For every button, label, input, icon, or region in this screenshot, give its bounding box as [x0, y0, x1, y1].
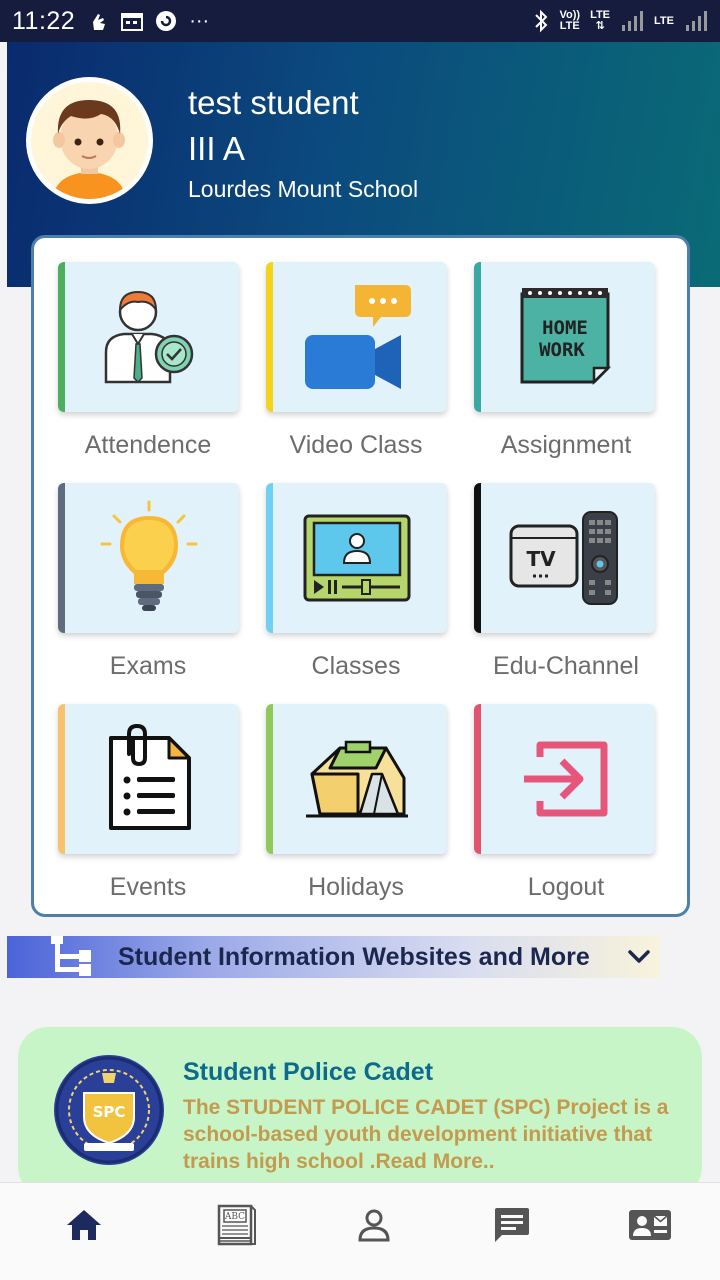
logout-icon: [523, 741, 607, 817]
exams-tile[interactable]: [58, 483, 239, 633]
assignment-label: Assignment: [500, 431, 632, 459]
tile-stripe: [58, 704, 65, 854]
volte-indicator: Vo)) LTE: [559, 9, 581, 32]
svg-text:SPC: SPC: [93, 1103, 126, 1121]
events-tile[interactable]: [58, 704, 239, 854]
logout-tile[interactable]: [474, 704, 655, 854]
chevron-down-icon[interactable]: [627, 949, 651, 965]
homework-notepad-icon: HOME WORK: [520, 288, 611, 386]
more-notifications-icon: ···: [189, 9, 210, 32]
video-camera-icon: [304, 285, 411, 389]
lte-indicator-2: LTE: [654, 14, 674, 27]
edu-channel-label: Edu-Channel: [493, 652, 639, 680]
status-time: 11:22: [12, 6, 76, 35]
spc-emblem-icon: SPC: [55, 1056, 163, 1164]
video-class-tile[interactable]: [266, 262, 447, 412]
edu-channel-tile[interactable]: TV: [474, 483, 655, 633]
tv-remote-icon: TV: [509, 511, 618, 605]
svg-text:HOME: HOME: [542, 317, 588, 339]
signal-icon-2: [686, 11, 707, 31]
attendence-tile[interactable]: [58, 262, 239, 412]
menu-grid: Attendence Video Class HOME WORK Assignm…: [31, 235, 690, 917]
spc-card[interactable]: SPC Student Police Cadet The STUDENT POL…: [18, 1027, 702, 1197]
tile-stripe: [474, 483, 481, 633]
svg-text:ABC: ABC: [224, 1212, 245, 1222]
clipboard-list-icon: [108, 724, 191, 830]
holidays-label: Holidays: [308, 873, 404, 901]
person-icon: [358, 1209, 390, 1242]
events-label: Events: [109, 873, 187, 901]
nav-profile[interactable]: [344, 1195, 404, 1255]
tile-stripe: [266, 704, 273, 854]
student-class: III A: [188, 130, 245, 167]
avatar[interactable]: [26, 77, 153, 204]
tile-stripe: [474, 262, 481, 412]
tile-stripe: [266, 483, 273, 633]
boy-avatar-icon: [31, 82, 148, 199]
student-name: test student: [188, 84, 359, 121]
video-player-icon: [303, 514, 410, 602]
tile-stripe: [474, 704, 481, 854]
tile-stripe: [58, 483, 65, 633]
info-banner-label: Student Information Websites and More: [118, 943, 590, 971]
svg-text:TV: TV: [526, 547, 556, 571]
calendar-icon: [121, 13, 144, 31]
bluetooth-icon: [535, 9, 548, 33]
hierarchy-icon: [51, 936, 91, 976]
info-websites-banner[interactable]: Student Information Websites and More: [7, 936, 660, 978]
nav-library[interactable]: ABC: [206, 1195, 266, 1255]
tile-stripe: [58, 262, 65, 412]
lte-indicator: LTE ⇅: [590, 9, 611, 32]
attendance-teacher-icon: [104, 290, 193, 384]
book-icon: ABC: [217, 1204, 256, 1246]
classes-label: Classes: [311, 652, 401, 680]
sync-icon: [156, 11, 177, 31]
holidays-tile[interactable]: [266, 704, 447, 854]
home-icon: [67, 1210, 101, 1240]
tent-icon: [305, 740, 408, 818]
bottom-navigation: ABC: [0, 1182, 720, 1280]
video-class-label: Video Class: [289, 431, 423, 459]
nav-contact[interactable]: [620, 1195, 680, 1255]
lightbulb-icon: [100, 500, 197, 611]
nav-home[interactable]: [54, 1195, 114, 1255]
chat-icon: [495, 1208, 529, 1242]
spc-logo: SPC: [54, 1055, 164, 1165]
svg-text:WORK: WORK: [539, 339, 585, 361]
contact-card-icon: [629, 1210, 671, 1240]
signal-icon: [622, 11, 644, 31]
tile-stripe: [266, 262, 273, 412]
notification-hand-icon: [93, 14, 106, 30]
exams-label: Exams: [109, 652, 187, 680]
status-bar: 11:22 ··· Vo)) LTE LTE ⇅ LTE: [0, 0, 720, 42]
logout-label: Logout: [527, 873, 605, 901]
spc-title: Student Police Cadet: [183, 1058, 434, 1086]
assignment-tile[interactable]: HOME WORK: [474, 262, 655, 412]
nav-messages[interactable]: [482, 1195, 542, 1255]
spc-description[interactable]: The STUDENT POLICE CADET (SPC) Project i…: [183, 1094, 693, 1175]
attendence-label: Attendence: [84, 431, 212, 459]
school-name: Lourdes Mount School: [188, 176, 419, 202]
classes-tile[interactable]: [266, 483, 447, 633]
